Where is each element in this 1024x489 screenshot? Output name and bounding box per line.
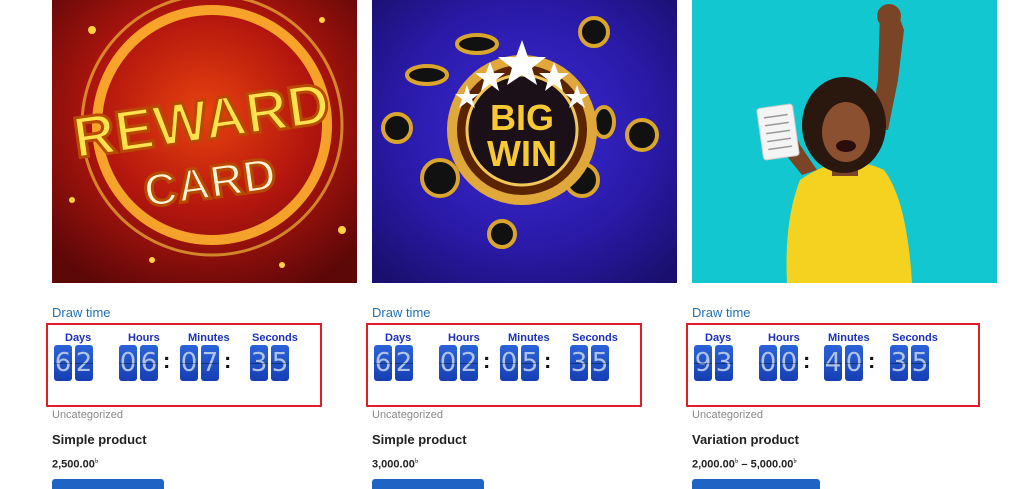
product-image-reward-card[interactable]: REWARD CARD — [52, 0, 357, 283]
countdown-digit: 6 — [54, 345, 72, 381]
product-card: BIG WIN Draw time Days Hours Minutes Sec… — [366, 0, 677, 489]
countdown-label-days: Days — [385, 332, 412, 344]
countdown-digit: 5 — [911, 345, 929, 381]
countdown-digit: 0 — [180, 345, 198, 381]
price-amount: 2,500.00 — [52, 458, 95, 471]
countdown-digit: 9 — [694, 345, 712, 381]
product-image-lottery-winner[interactable] — [692, 0, 997, 283]
product-category[interactable]: Uncategorized — [52, 409, 123, 421]
currency-symbol: ৳ — [94, 458, 99, 465]
big-text: BIG — [490, 97, 554, 138]
countdown-label-seconds: Seconds — [892, 332, 938, 344]
countdown-digit: 3 — [890, 345, 908, 381]
product-price-range: 2,000.00৳ – 5,000.00৳ — [692, 455, 797, 471]
countdown-digit: 3 — [570, 345, 588, 381]
countdown-digit: 6 — [374, 345, 392, 381]
countdown-label-days: Days — [65, 332, 92, 344]
countdown-label-hours: Hours — [448, 332, 480, 344]
countdown-digit: 0 — [780, 345, 798, 381]
countdown-label-seconds: Seconds — [252, 332, 298, 344]
draw-time-label: Draw time — [692, 305, 751, 320]
currency-symbol: ৳ — [734, 458, 739, 465]
draw-time-label: Draw time — [372, 305, 431, 320]
product-title[interactable]: Simple product — [372, 432, 467, 447]
product-price: 2,500.00৳ — [52, 455, 98, 471]
product-price: 3,000.00৳ — [372, 455, 418, 471]
product-title[interactable]: Simple product — [52, 432, 147, 447]
countdown-colon: : — [163, 348, 171, 373]
currency-symbol: ৳ — [793, 458, 797, 465]
countdown-digit: 2 — [75, 345, 93, 381]
countdown-label-minutes: Minutes — [188, 332, 230, 344]
countdown-label-hours: Hours — [128, 332, 160, 344]
win-text: WIN — [487, 133, 557, 174]
countdown-label-minutes: Minutes — [828, 332, 870, 344]
countdown-label-seconds: Seconds — [572, 332, 618, 344]
add-to-cart-button[interactable] — [52, 479, 164, 489]
product-title[interactable]: Variation product — [692, 432, 799, 447]
price-min: 2,000.00 — [692, 458, 735, 471]
product-card: Draw time Days Hours Minutes Seconds 9 3… — [686, 0, 997, 489]
countdown-digit: 3 — [715, 345, 733, 381]
countdown-digit: 4 — [824, 345, 842, 381]
add-to-cart-button[interactable] — [372, 479, 484, 489]
product-category[interactable]: Uncategorized — [692, 409, 763, 421]
countdown-digit: 5 — [591, 345, 609, 381]
countdown-colon: : — [868, 348, 876, 373]
countdown-label-hours: Hours — [768, 332, 800, 344]
price-amount: 3,000.00 — [372, 458, 415, 471]
countdown-label-days: Days — [705, 332, 732, 344]
price-separator: – — [741, 458, 748, 471]
countdown-digit: 0 — [439, 345, 457, 381]
countdown-digit: 3 — [250, 345, 268, 381]
countdown-colon: : — [803, 348, 811, 373]
countdown-digit: 6 — [140, 345, 158, 381]
price-max: 5,000.00 — [750, 458, 794, 471]
countdown-colon: : — [544, 348, 552, 373]
countdown-digit: 5 — [271, 345, 289, 381]
product-image-big-win[interactable]: BIG WIN — [372, 0, 677, 283]
countdown-digit: 7 — [201, 345, 219, 381]
select-options-button[interactable] — [692, 479, 820, 489]
product-category[interactable]: Uncategorized — [372, 409, 443, 421]
countdown-digit: 5 — [521, 345, 539, 381]
countdown-colon: : — [224, 348, 232, 373]
countdown-digit: 0 — [500, 345, 518, 381]
product-card: REWARD CARD Draw time Days Hours Minutes… — [46, 0, 357, 489]
countdown-digit: 0 — [845, 345, 863, 381]
countdown-digit: 2 — [395, 345, 413, 381]
countdown-digit: 2 — [460, 345, 478, 381]
draw-time-label: Draw time — [52, 305, 111, 320]
countdown-digit: 0 — [119, 345, 137, 381]
currency-symbol: ৳ — [414, 458, 419, 465]
countdown-digit: 0 — [759, 345, 777, 381]
countdown-label-minutes: Minutes — [508, 332, 550, 344]
countdown-colon: : — [483, 348, 491, 373]
